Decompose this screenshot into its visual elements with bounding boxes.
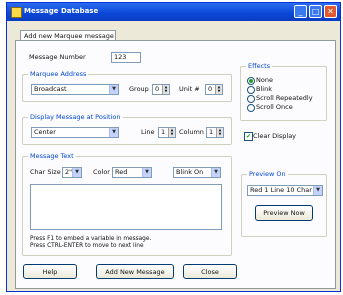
- effect-scroll-once-radio[interactable]: Scroll Once: [247, 103, 293, 112]
- marquee-address-title: Marquee Address: [28, 70, 89, 78]
- message-text-title: Message Text: [28, 152, 76, 160]
- effect-blink-radio[interactable]: Blink: [247, 85, 272, 94]
- effect-scroll-repeatedly-radio[interactable]: Scroll Repeatedly: [247, 94, 313, 103]
- chevron-down-icon: ▼: [211, 168, 220, 177]
- title-bar[interactable]: Message Database _ □ ✕: [7, 3, 340, 21]
- spin-arrows-icon[interactable]: ▲ ▼: [162, 85, 169, 94]
- line-stepper[interactable]: 1 ▲ ▼: [158, 127, 176, 138]
- preview-group: Preview On Red 1 Line 10 Char ▼ Preview …: [241, 170, 327, 237]
- blink-select[interactable]: Blink On ▼: [173, 167, 221, 178]
- position-value: Center: [34, 128, 56, 136]
- char-size-label: Char Size: [30, 168, 61, 176]
- color-value: Red: [115, 168, 128, 176]
- group-label: Group: [129, 85, 149, 93]
- message-number-label: Message Number: [29, 53, 86, 61]
- add-new-message-button[interactable]: Add New Message: [96, 264, 174, 279]
- blink-value: Blink On: [176, 168, 204, 176]
- close-button[interactable]: Close: [183, 264, 237, 279]
- app-icon: [11, 7, 22, 18]
- preview-value: Red 1 Line 10 Char: [250, 186, 312, 194]
- help-button[interactable]: Help: [23, 264, 77, 279]
- tab-panel: Message Number 123 Marquee Address Broad…: [15, 40, 336, 289]
- chevron-down-icon: ▼: [109, 128, 118, 137]
- char-size-select[interactable]: 2" ▼: [62, 167, 82, 178]
- address-value: Broadcast: [34, 85, 67, 93]
- color-select[interactable]: Red ▼: [112, 167, 152, 178]
- line-label: Line: [141, 128, 155, 136]
- chevron-down-icon: ▼: [109, 85, 118, 94]
- effects-title: Effects: [246, 62, 273, 70]
- maximize-button[interactable]: □: [309, 5, 322, 18]
- spin-arrows-icon[interactable]: ▲ ▼: [215, 85, 222, 94]
- effect-none-radio[interactable]: None: [247, 76, 273, 85]
- message-number-field[interactable]: 123: [111, 52, 141, 63]
- unit-label: Unit #: [179, 85, 200, 93]
- group-value: 0: [155, 85, 160, 93]
- column-stepper[interactable]: 1 ▲ ▼: [206, 127, 224, 138]
- message-textarea[interactable]: [30, 184, 222, 230]
- clear-display-checkbox[interactable]: Clear Display: [244, 132, 296, 141]
- unit-stepper[interactable]: 0 ▲ ▼: [205, 84, 223, 95]
- column-label: Column: [179, 128, 204, 136]
- spin-arrows-icon[interactable]: ▲ ▼: [168, 128, 175, 137]
- minimize-button[interactable]: _: [294, 5, 307, 18]
- line-value: 1: [161, 128, 166, 136]
- marquee-address-group: Marquee Address Broadcast ▼ Group 0 ▲ ▼ U…: [22, 70, 232, 102]
- hint-f1: Press F1 to embed a variable in message.: [30, 236, 152, 242]
- message-text-group: Message Text Char Size 2" ▼ Color Red ▼ …: [22, 152, 232, 256]
- preview-title: Preview On: [247, 170, 288, 178]
- group-stepper[interactable]: 0 ▲ ▼: [152, 84, 170, 95]
- effects-group: Effects None Blink Scroll Repeatedly Scr…: [240, 62, 327, 121]
- chevron-down-icon: ▼: [142, 168, 151, 177]
- column-value: 1: [209, 128, 214, 136]
- display-position-title: Display Message at Position: [28, 113, 123, 121]
- chevron-down-icon: ▼: [72, 168, 81, 177]
- close-window-button[interactable]: ✕: [324, 5, 337, 18]
- preview-select[interactable]: Red 1 Line 10 Char ▼: [247, 185, 323, 196]
- color-label: Color: [93, 168, 110, 176]
- spin-arrows-icon[interactable]: ▲ ▼: [216, 128, 223, 137]
- unit-value: 0: [208, 85, 213, 93]
- address-select[interactable]: Broadcast ▼: [31, 84, 119, 95]
- display-position-group: Display Message at Position Center ▼ Lin…: [22, 113, 232, 145]
- message-database-window: Message Database _ □ ✕ Add new Marquee m…: [6, 2, 341, 292]
- hint-ctrl-enter: Press CTRL-ENTER to move to next line: [30, 243, 144, 249]
- preview-now-button[interactable]: Preview Now: [255, 205, 313, 221]
- chevron-down-icon: ▼: [313, 186, 322, 195]
- window-title: Message Database: [24, 7, 99, 15]
- position-select[interactable]: Center ▼: [31, 127, 119, 138]
